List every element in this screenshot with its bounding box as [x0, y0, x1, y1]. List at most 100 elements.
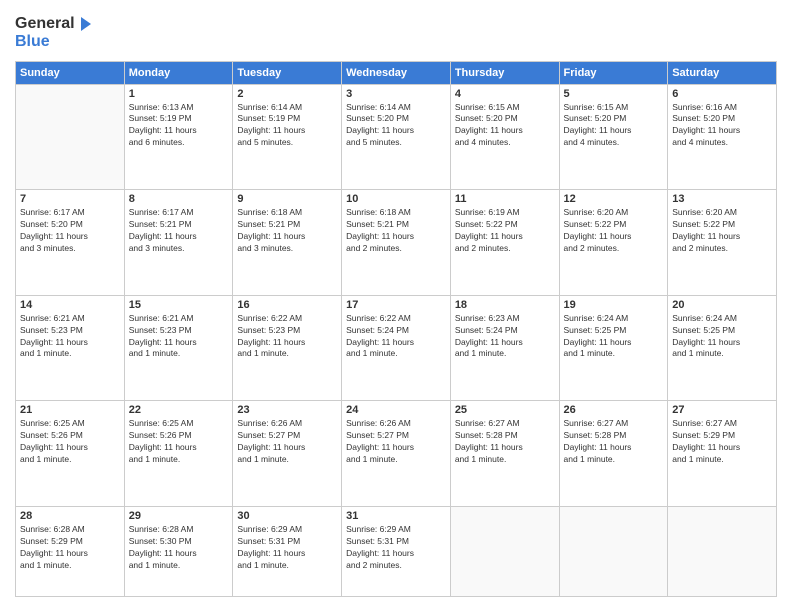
table-row: [559, 506, 668, 596]
day-info: Sunrise: 6:21 AMSunset: 5:23 PMDaylight:…: [20, 313, 120, 361]
day-info: Sunrise: 6:19 AMSunset: 5:22 PMDaylight:…: [455, 207, 555, 255]
table-row: 14 Sunrise: 6:21 AMSunset: 5:23 PMDayligh…: [16, 295, 125, 401]
day-info: Sunrise: 6:23 AMSunset: 5:24 PMDaylight:…: [455, 313, 555, 361]
table-row: 16 Sunrise: 6:22 AMSunset: 5:23 PMDayligh…: [233, 295, 342, 401]
calendar-header-row: Sunday Monday Tuesday Wednesday Thursday…: [16, 61, 777, 84]
calendar-table: Sunday Monday Tuesday Wednesday Thursday…: [15, 61, 777, 597]
day-info: Sunrise: 6:29 AMSunset: 5:31 PMDaylight:…: [237, 524, 337, 572]
table-row: 22 Sunrise: 6:25 AMSunset: 5:26 PMDayligh…: [124, 401, 233, 507]
day-number: 10: [346, 193, 446, 205]
day-info: Sunrise: 6:20 AMSunset: 5:22 PMDaylight:…: [672, 207, 772, 255]
table-row: 6 Sunrise: 6:16 AMSunset: 5:20 PMDaylight…: [668, 84, 777, 190]
logo-general: General: [15, 15, 75, 32]
day-number: 12: [564, 193, 664, 205]
day-number: 28: [20, 510, 120, 522]
logo-text: General Blue: [15, 15, 95, 51]
day-number: 27: [672, 404, 772, 416]
table-row: 11 Sunrise: 6:19 AMSunset: 5:22 PMDayligh…: [450, 190, 559, 296]
table-row: 15 Sunrise: 6:21 AMSunset: 5:23 PMDayligh…: [124, 295, 233, 401]
table-row: 20 Sunrise: 6:24 AMSunset: 5:25 PMDayligh…: [668, 295, 777, 401]
day-number: 9: [237, 193, 337, 205]
day-info: Sunrise: 6:28 AMSunset: 5:29 PMDaylight:…: [20, 524, 120, 572]
table-row: 23 Sunrise: 6:26 AMSunset: 5:27 PMDayligh…: [233, 401, 342, 507]
day-number: 22: [129, 404, 229, 416]
table-row: [450, 506, 559, 596]
day-info: Sunrise: 6:16 AMSunset: 5:20 PMDaylight:…: [672, 102, 772, 150]
day-number: 26: [564, 404, 664, 416]
day-number: 16: [237, 299, 337, 311]
day-info: Sunrise: 6:22 AMSunset: 5:24 PMDaylight:…: [346, 313, 446, 361]
table-row: 30 Sunrise: 6:29 AMSunset: 5:31 PMDayligh…: [233, 506, 342, 596]
day-info: Sunrise: 6:24 AMSunset: 5:25 PMDaylight:…: [672, 313, 772, 361]
day-number: 13: [672, 193, 772, 205]
table-row: 27 Sunrise: 6:27 AMSunset: 5:29 PMDayligh…: [668, 401, 777, 507]
day-number: 23: [237, 404, 337, 416]
day-info: Sunrise: 6:17 AMSunset: 5:21 PMDaylight:…: [129, 207, 229, 255]
day-number: 20: [672, 299, 772, 311]
calendar-week-row: 1 Sunrise: 6:13 AMSunset: 5:19 PMDaylight…: [16, 84, 777, 190]
table-row: 3Sunrise: 6:14 AMSunset: 5:20 PMDaylight…: [342, 84, 451, 190]
day-info: Sunrise: 6:15 AMSunset: 5:20 PMDaylight:…: [455, 102, 555, 150]
page: General Blue Sunday Monday Tuesday Wedne…: [0, 0, 792, 612]
day-number: 6: [672, 88, 772, 100]
day-info: Sunrise: 6:14 AMSunset: 5:19 PMDaylight:…: [237, 102, 337, 150]
col-thursday: Thursday: [450, 61, 559, 84]
table-row: 13 Sunrise: 6:20 AMSunset: 5:22 PMDayligh…: [668, 190, 777, 296]
day-info: Sunrise: 6:17 AMSunset: 5:20 PMDaylight:…: [20, 207, 120, 255]
header: General Blue: [15, 15, 777, 51]
table-row: 8 Sunrise: 6:17 AMSunset: 5:21 PMDaylight…: [124, 190, 233, 296]
table-row: 25Sunrise: 6:27 AMSunset: 5:28 PMDayligh…: [450, 401, 559, 507]
day-number: 17: [346, 299, 446, 311]
day-info: Sunrise: 6:22 AMSunset: 5:23 PMDaylight:…: [237, 313, 337, 361]
table-row: 7 Sunrise: 6:17 AMSunset: 5:20 PMDaylight…: [16, 190, 125, 296]
table-row: 24 Sunrise: 6:26 AMSunset: 5:27 PMDayligh…: [342, 401, 451, 507]
day-number: 21: [20, 404, 120, 416]
col-friday: Friday: [559, 61, 668, 84]
col-sunday: Sunday: [16, 61, 125, 84]
day-info: Sunrise: 6:27 AMSunset: 5:28 PMDaylight:…: [564, 418, 664, 466]
table-row: 19Sunrise: 6:24 AMSunset: 5:25 PMDayligh…: [559, 295, 668, 401]
day-number: 1: [129, 88, 229, 100]
table-row: [668, 506, 777, 596]
day-number: 15: [129, 299, 229, 311]
day-info: Sunrise: 6:27 AMSunset: 5:28 PMDaylight:…: [455, 418, 555, 466]
table-row: 9 Sunrise: 6:18 AMSunset: 5:21 PMDaylight…: [233, 190, 342, 296]
calendar-week-row: 7 Sunrise: 6:17 AMSunset: 5:20 PMDaylight…: [16, 190, 777, 296]
col-tuesday: Tuesday: [233, 61, 342, 84]
day-info: Sunrise: 6:18 AMSunset: 5:21 PMDaylight:…: [237, 207, 337, 255]
col-monday: Monday: [124, 61, 233, 84]
table-row: 18 Sunrise: 6:23 AMSunset: 5:24 PMDayligh…: [450, 295, 559, 401]
day-number: 7: [20, 193, 120, 205]
day-number: 5: [564, 88, 664, 100]
col-wednesday: Wednesday: [342, 61, 451, 84]
day-info: Sunrise: 6:18 AMSunset: 5:21 PMDaylight:…: [346, 207, 446, 255]
table-row: 21 Sunrise: 6:25 AMSunset: 5:26 PMDayligh…: [16, 401, 125, 507]
day-number: 30: [237, 510, 337, 522]
day-info: Sunrise: 6:15 AMSunset: 5:20 PMDaylight:…: [564, 102, 664, 150]
table-row: 4Sunrise: 6:15 AMSunset: 5:20 PMDaylight…: [450, 84, 559, 190]
day-info: Sunrise: 6:13 AMSunset: 5:19 PMDaylight:…: [129, 102, 229, 150]
table-row: 10 Sunrise: 6:18 AMSunset: 5:21 PMDayligh…: [342, 190, 451, 296]
day-number: 8: [129, 193, 229, 205]
day-info: Sunrise: 6:26 AMSunset: 5:27 PMDaylight:…: [237, 418, 337, 466]
day-info: Sunrise: 6:29 AMSunset: 5:31 PMDaylight:…: [346, 524, 446, 572]
day-info: Sunrise: 6:28 AMSunset: 5:30 PMDaylight:…: [129, 524, 229, 572]
day-number: 29: [129, 510, 229, 522]
day-info: Sunrise: 6:14 AMSunset: 5:20 PMDaylight:…: [346, 102, 446, 150]
day-info: Sunrise: 6:26 AMSunset: 5:27 PMDaylight:…: [346, 418, 446, 466]
day-number: 24: [346, 404, 446, 416]
col-saturday: Saturday: [668, 61, 777, 84]
table-row: 1 Sunrise: 6:13 AMSunset: 5:19 PMDaylight…: [124, 84, 233, 190]
table-row: 5 Sunrise: 6:15 AMSunset: 5:20 PMDaylight…: [559, 84, 668, 190]
day-info: Sunrise: 6:27 AMSunset: 5:29 PMDaylight:…: [672, 418, 772, 466]
day-info: Sunrise: 6:24 AMSunset: 5:25 PMDaylight:…: [564, 313, 664, 361]
day-number: 31: [346, 510, 446, 522]
day-number: 11: [455, 193, 555, 205]
table-row: [16, 84, 125, 190]
day-number: 14: [20, 299, 120, 311]
day-info: Sunrise: 6:25 AMSunset: 5:26 PMDaylight:…: [20, 418, 120, 466]
day-number: 18: [455, 299, 555, 311]
table-row: 28 Sunrise: 6:28 AMSunset: 5:29 PMDayligh…: [16, 506, 125, 596]
day-info: Sunrise: 6:21 AMSunset: 5:23 PMDaylight:…: [129, 313, 229, 361]
day-info: Sunrise: 6:25 AMSunset: 5:26 PMDaylight:…: [129, 418, 229, 466]
